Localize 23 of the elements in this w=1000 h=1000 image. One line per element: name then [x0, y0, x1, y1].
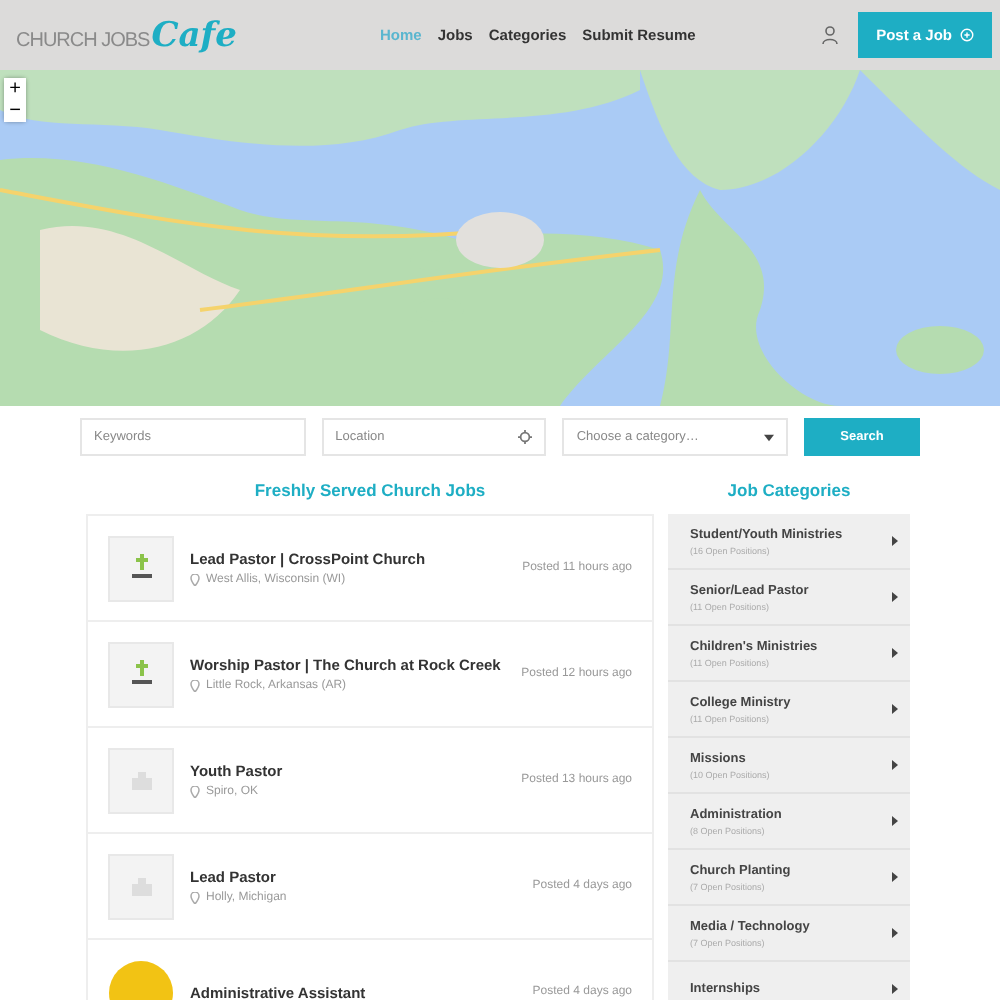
cross-icon [131, 554, 151, 582]
location-pin-icon [190, 892, 200, 904]
location-pin-icon [190, 786, 200, 798]
chevron-icon [892, 592, 898, 602]
location-pin-icon [190, 574, 200, 586]
zoom-in-button[interactable]: + [4, 78, 26, 100]
section-heading: Freshly Served Church Jobs [252, 480, 488, 500]
zoom-out-button[interactable]: − [4, 100, 26, 122]
chevron-icon [892, 816, 898, 826]
plus-circle-icon [960, 28, 974, 42]
section-heading: Job Categories [725, 480, 853, 500]
chevron-icon [892, 928, 898, 938]
location-pin-icon [190, 680, 200, 692]
chevron-icon [892, 536, 898, 546]
chevron-icon [892, 760, 898, 770]
locate-icon[interactable] [518, 430, 533, 444]
chevron-icon [892, 984, 898, 994]
chevron-icon [892, 704, 898, 714]
dropdown-caret-icon [764, 434, 775, 442]
user-icon[interactable] [822, 26, 839, 44]
cross-icon [131, 660, 151, 688]
chevron-icon [892, 872, 898, 882]
chevron-icon [892, 648, 898, 658]
